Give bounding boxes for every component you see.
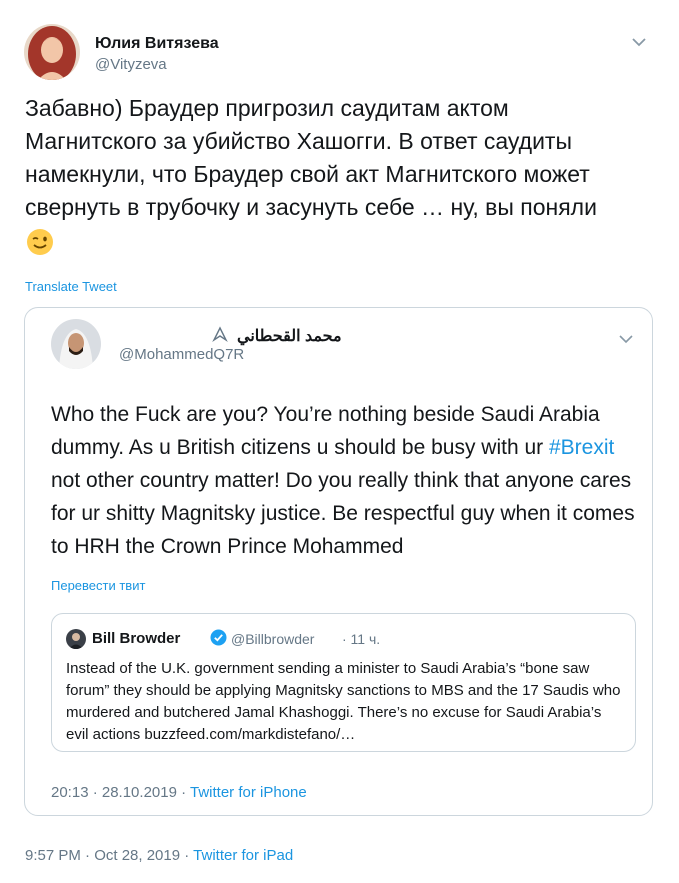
tweet-text-line: Магнитского за убийство Хашогги. В ответ…: [25, 128, 572, 154]
quoted-text-part: Who the Fuck are you? You’re nothing bes…: [51, 403, 600, 459]
quoted-author-avatar[interactable]: [51, 319, 101, 369]
tweet-text: Забавно) Браудер пригрозил саудитам акто…: [25, 92, 665, 257]
quoted-text-part: not other country matter! Do you really …: [51, 469, 635, 558]
author-handle[interactable]: @Vityzeva: [95, 56, 167, 73]
nested-quoted-tweet[interactable]: Bill Browder @Billbrowder · 11 ч. Instea…: [51, 613, 636, 752]
quoted-tweet[interactable]: محمد القحطاني @MohammedQ7R Who the Fuck …: [24, 307, 653, 816]
quoted-tweet-text: Who the Fuck are you? You’re nothing bes…: [51, 398, 641, 563]
tweet-timestamp[interactable]: 9:57 PM · Oct 28, 2019 ·: [25, 847, 193, 864]
tweet-text-line: Забавно) Браудер пригрозил саудитам акто…: [25, 95, 509, 121]
nested-tweet-time[interactable]: · 11 ч.: [342, 631, 380, 647]
chevron-down-icon[interactable]: [617, 330, 635, 348]
translate-tweet-link[interactable]: Перевести твит: [51, 578, 145, 593]
nested-tweet-text: Instead of the U.K. government sending a…: [66, 660, 621, 743]
nested-author-handle[interactable]: @Billbrowder: [231, 631, 314, 647]
nested-author-name[interactable]: Bill Browder: [92, 630, 180, 647]
author-name[interactable]: Юлия Витязева: [95, 35, 219, 53]
hashtag-link[interactable]: #Brexit: [549, 436, 614, 459]
tweet-source-link[interactable]: Twitter for iPad: [193, 847, 293, 864]
tweet-text-line: свернуть в трубочку и засунуть себе … ну…: [25, 194, 597, 220]
author-avatar[interactable]: [24, 24, 80, 80]
quoted-timestamp[interactable]: 20:13 · 28.10.2019 ·: [51, 784, 190, 801]
nested-author-avatar[interactable]: [66, 629, 86, 649]
tweet-text-line: намекнули, что Браудер свой акт Магнитск…: [25, 161, 590, 187]
tweet-card: Юлия Витязева @Vityzeva Забавно) Браудер…: [0, 0, 679, 883]
quoted-author-name[interactable]: محمد القحطاني: [237, 326, 342, 346]
tweet-footer: 9:57 PM · Oct 28, 2019 · Twitter for iPa…: [25, 847, 293, 864]
quoted-tweet-footer: 20:13 · 28.10.2019 · Twitter for iPhone: [51, 784, 307, 801]
verified-badge-icon: [210, 629, 227, 646]
chevron-down-icon[interactable]: [629, 32, 649, 52]
winking-face-emoji-icon: [25, 227, 55, 257]
quoted-source-link[interactable]: Twitter for iPhone: [190, 784, 307, 801]
translate-tweet-link[interactable]: Translate Tweet: [25, 279, 117, 294]
quoted-author-handle[interactable]: @MohammedQ7R: [119, 346, 244, 363]
falcon-icon: [211, 325, 229, 343]
